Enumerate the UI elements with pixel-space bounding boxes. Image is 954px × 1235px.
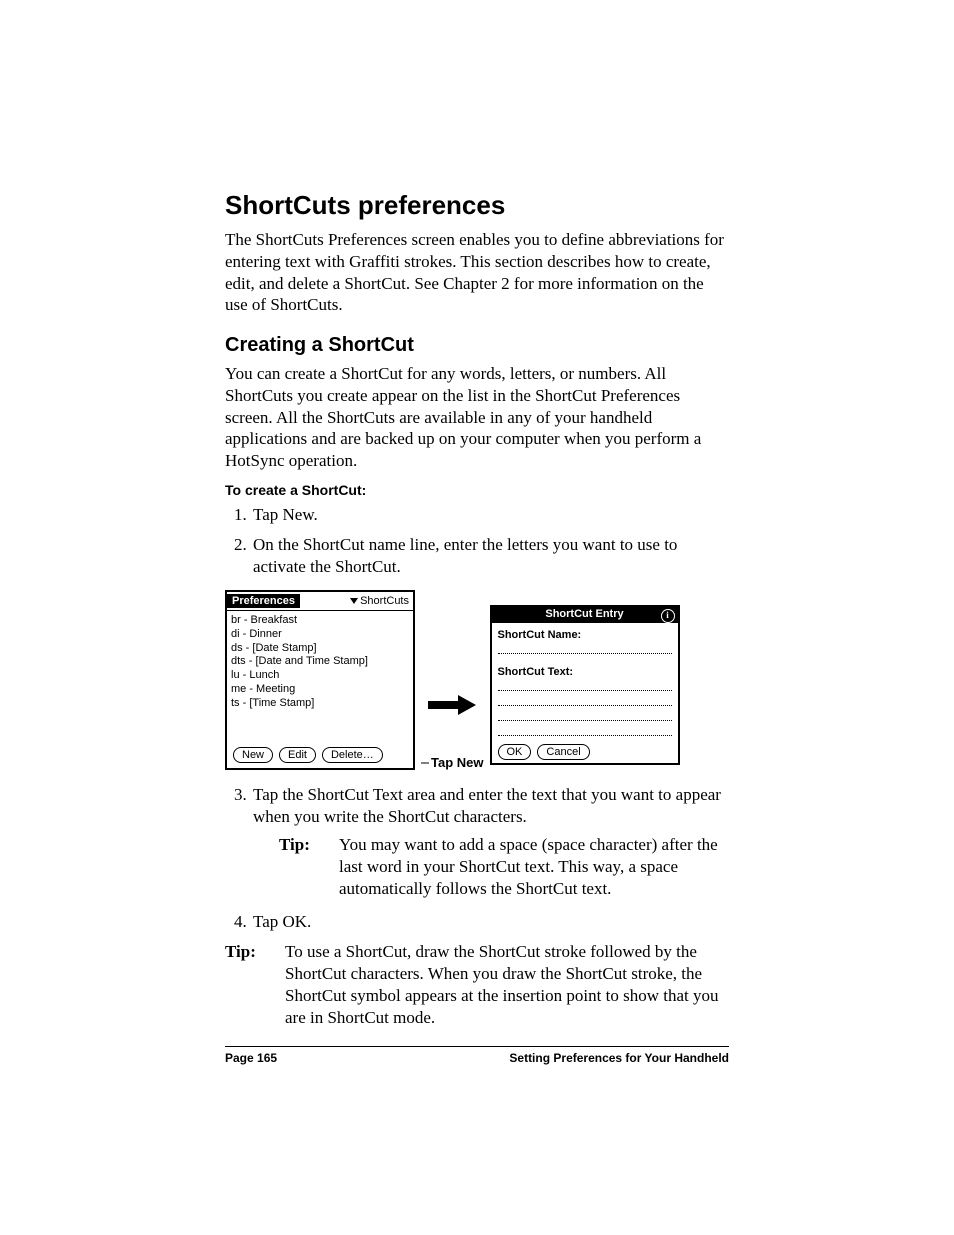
list-item[interactable]: di - Dinner	[231, 628, 409, 642]
chevron-down-icon	[350, 598, 358, 604]
step-1: Tap New.	[251, 504, 729, 526]
step-list: Tap New. On the ShortCut name line, ente…	[225, 504, 729, 578]
new-button[interactable]: New	[233, 747, 273, 763]
entry-titlebar: ShortCut Entry i	[492, 607, 678, 623]
list-item[interactable]: dts - [Date and Time Stamp]	[231, 655, 409, 669]
step-3-text: Tap the ShortCut Text area and enter the…	[253, 785, 721, 826]
delete-button[interactable]: Delete…	[322, 747, 383, 763]
edit-button[interactable]: Edit	[279, 747, 316, 763]
tip-label: Tip:	[225, 941, 285, 1029]
procedure-heading: To create a ShortCut:	[225, 482, 729, 498]
footer-section: Setting Preferences for Your Handheld	[509, 1051, 729, 1065]
ok-button[interactable]: OK	[498, 744, 532, 760]
step-list-cont: Tap the ShortCut Text area and enter the…	[225, 784, 729, 933]
list-item[interactable]: ds - [Date Stamp]	[231, 642, 409, 656]
preferences-titlebar: Preferences ShortCuts	[227, 592, 413, 611]
document-page: ShortCuts preferences The ShortCuts Pref…	[0, 0, 954, 1235]
preferences-title: Preferences	[227, 594, 300, 608]
shortcut-text-input[interactable]	[498, 710, 672, 721]
final-tip: Tip: To use a ShortCut, draw the ShortCu…	[225, 941, 729, 1029]
section-paragraph: You can create a ShortCut for any words,…	[225, 363, 729, 472]
list-item[interactable]: br - Breakfast	[231, 614, 409, 628]
step-2: On the ShortCut name line, enter the let…	[251, 534, 729, 578]
tip-text: To use a ShortCut, draw the ShortCut str…	[285, 941, 729, 1029]
tip-label: Tip:	[279, 834, 339, 900]
info-icon[interactable]: i	[661, 609, 675, 623]
intro-paragraph: The ShortCuts Preferences screen enables…	[225, 229, 729, 316]
shortcut-name-label: ShortCut Name:	[498, 629, 672, 641]
category-dropdown[interactable]: ShortCuts	[348, 595, 413, 607]
list-item[interactable]: me - Meeting	[231, 683, 409, 697]
button-row: New Edit Delete…	[227, 742, 413, 768]
callout-label: Tap New	[431, 755, 484, 770]
shortcut-text-input[interactable]	[498, 725, 672, 736]
section-heading: Creating a ShortCut	[225, 334, 729, 357]
shortcut-text-label: ShortCut Text:	[498, 666, 672, 678]
shortcut-entry-screen: ShortCut Entry i ShortCut Name: ShortCut…	[490, 605, 680, 765]
step-4: Tap OK.	[251, 911, 729, 933]
shortcut-text-input[interactable]	[498, 695, 672, 706]
shortcut-text-input[interactable]	[498, 680, 672, 691]
preferences-screen: Preferences ShortCuts br - Breakfast di …	[225, 590, 415, 770]
entry-body: ShortCut Name: ShortCut Text:	[492, 623, 678, 742]
entry-button-row: OK Cancel	[492, 742, 678, 763]
shortcut-name-input[interactable]	[498, 643, 672, 654]
shortcut-list[interactable]: br - Breakfast di - Dinner ds - [Date St…	[227, 611, 413, 742]
dropdown-label: ShortCuts	[360, 595, 409, 607]
figure: Preferences ShortCuts br - Breakfast di …	[225, 590, 729, 770]
list-item[interactable]: lu - Lunch	[231, 669, 409, 683]
callout-tick-icon	[421, 756, 431, 770]
list-item[interactable]: ts - [Time Stamp]	[231, 697, 409, 711]
step-3-tip: Tip: You may want to add a space (space …	[279, 834, 729, 900]
cancel-button[interactable]: Cancel	[537, 744, 589, 760]
step-3: Tap the ShortCut Text area and enter the…	[251, 784, 729, 900]
arrow-callout: Tap New	[421, 590, 484, 770]
entry-title: ShortCut Entry	[545, 607, 623, 621]
footer-page: Page 165	[225, 1051, 277, 1065]
tip-text: You may want to add a space (space chara…	[339, 834, 729, 900]
page-footer: Page 165 Setting Preferences for Your Ha…	[225, 1046, 729, 1065]
page-title: ShortCuts preferences	[225, 190, 729, 221]
arrow-right-icon	[428, 695, 476, 715]
